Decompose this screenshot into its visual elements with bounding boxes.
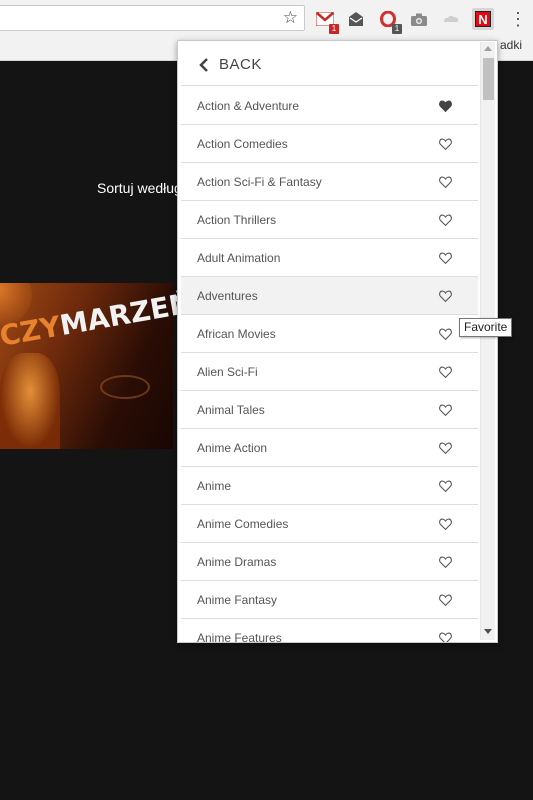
category-item[interactable]: Anime Features [181,619,478,643]
category-item[interactable]: Adult Animation [181,239,478,277]
opera-badge: 1 [392,24,402,34]
category-label: Anime Comedies [197,516,289,531]
category-label: African Movies [197,326,276,341]
category-label: Action Sci-Fi & Fantasy [197,174,322,189]
popup-scrollbar[interactable] [480,42,495,640]
category-label: Anime [197,478,232,493]
category-item[interactable]: Animal Tales [181,391,478,429]
bookmark-star-icon[interactable]: ☆ [283,8,298,28]
poster-hoop-graphic [100,375,150,399]
heart-outline-icon[interactable] [439,442,452,454]
category-item[interactable]: African Movies [181,315,478,353]
cloud-extension-icon[interactable] [440,8,462,30]
address-bar[interactable]: ☆ [0,5,305,31]
bookmarks-bar-label[interactable]: adki [500,38,522,52]
category-item[interactable]: Alien Sci-Fi [181,353,478,391]
category-item[interactable]: Anime Dramas [181,543,478,581]
category-label: Anime Features [197,630,282,643]
heart-outline-icon[interactable] [439,290,452,302]
category-label: Adventures [197,288,258,303]
opera-extension-icon[interactable]: 1 [377,8,402,34]
camera-extension-icon[interactable] [408,8,430,30]
poster-player-graphic [0,353,60,449]
category-item[interactable]: Action & Adventure [181,87,478,125]
back-button[interactable]: BACK [181,44,478,86]
category-item[interactable]: Action Sci-Fi & Fantasy [181,163,478,201]
category-item[interactable]: Action Comedies [181,125,478,163]
category-label: Adult Animation [197,250,281,265]
heart-outline-icon[interactable] [439,556,452,568]
sort-label[interactable]: Sortuj według [97,180,182,196]
heart-outline-icon[interactable] [439,214,452,226]
heart-outline-icon[interactable] [439,518,452,530]
category-item[interactable]: Anime [181,467,478,505]
category-item[interactable]: Anime Comedies [181,505,478,543]
heart-outline-icon[interactable] [439,366,452,378]
gmail-badge: 1 [329,24,339,34]
mail-extension-icon[interactable] [345,8,367,30]
category-item[interactable]: Adventures [181,277,478,315]
category-label: Alien Sci-Fi [197,364,258,379]
category-label: Action Comedies [197,136,288,151]
heart-outline-icon[interactable] [439,632,452,643]
category-label: Action & Adventure [197,98,300,113]
category-list: Action & Adventure Action Comedies Action … [181,87,478,643]
genre-popup: BACK Action & Adventure Action Comedies Ac… [177,40,498,643]
heart-outline-icon[interactable] [439,176,452,188]
netflix-extension-icon[interactable]: N [472,8,494,30]
scroll-up-arrow-icon[interactable] [484,46,492,51]
category-item[interactable]: Action Thrillers [181,201,478,239]
gmail-extension-icon[interactable]: 1 [314,8,339,34]
category-label: Action Thrillers [197,212,277,227]
heart-outline-icon[interactable] [439,138,452,150]
category-item[interactable]: Anime Action [181,429,478,467]
favorite-tooltip: Favorite [459,318,513,337]
category-item[interactable]: Anime Fantasy [181,581,478,619]
category-label: Animal Tales [197,402,265,417]
heart-outline-icon[interactable] [439,252,452,264]
category-label: Anime Fantasy [197,592,278,607]
heart-outline-icon[interactable] [439,404,452,416]
heart-filled-icon[interactable] [439,100,452,112]
category-label: Anime Action [197,440,268,455]
browser-menu-icon[interactable]: ⋮ [509,8,527,30]
scroll-down-arrow-icon[interactable] [484,629,492,634]
heart-outline-icon[interactable] [439,480,452,492]
heart-outline-icon[interactable] [439,328,452,340]
heart-outline-icon[interactable] [439,594,452,606]
category-label: Anime Dramas [197,554,277,569]
netflix-letter: N [475,11,491,27]
scrollbar-thumb[interactable] [483,58,494,100]
chevron-left-icon [199,57,208,72]
back-label: BACK [219,56,262,73]
